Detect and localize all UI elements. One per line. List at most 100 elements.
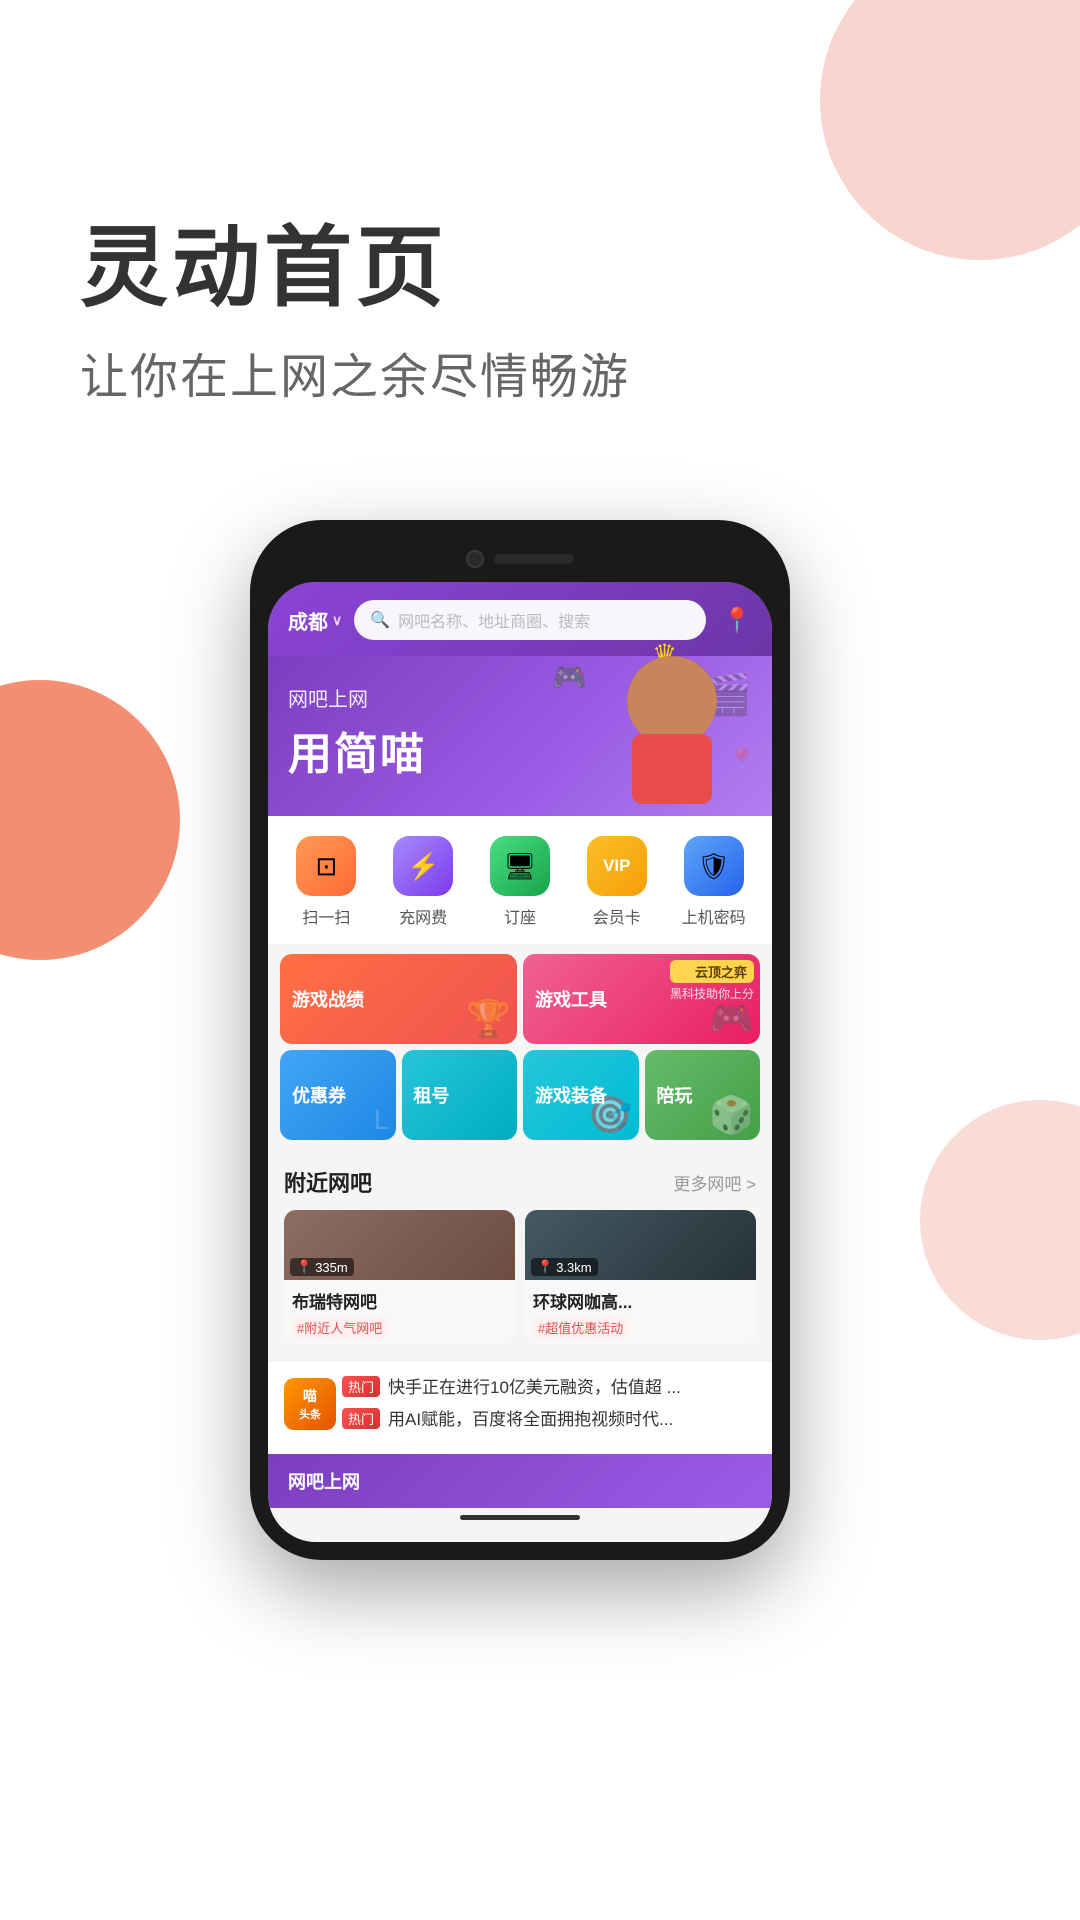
- app-header: 成都 ∨ 🔍 网吧名称、地址商圈、搜索 📍: [268, 582, 772, 656]
- location-button[interactable]: 成都 ∨: [288, 606, 342, 635]
- nearby-header: 附近网吧 更多网吧 >: [284, 1166, 756, 1198]
- cafe-tag-1: #附近人气网吧: [292, 1317, 387, 1338]
- scan-icon: ⊡: [315, 851, 337, 882]
- cloud-badge: 云顶之弈: [670, 960, 754, 983]
- phone-notch: [268, 538, 772, 580]
- phone-mockup: 成都 ∨ 🔍 网吧名称、地址商圈、搜索 📍 网吧上网 用简喵 🎮 🎬 📍: [140, 520, 900, 1560]
- feat-companion-label: 陪玩: [657, 1082, 693, 1108]
- news-item-2[interactable]: 热门 用AI赋能，百度将全面拥抱视频时代...: [342, 1408, 756, 1432]
- charge-icon: ⚡: [407, 851, 439, 882]
- phone-speaker: [494, 554, 574, 564]
- search-bar[interactable]: 🔍 网吧名称、地址商圈、搜索: [354, 600, 706, 640]
- search-icon: 🔍: [370, 610, 390, 630]
- action-charge[interactable]: ⚡ 充网费: [383, 836, 463, 928]
- hero-subtitle: 让你在上网之余尽情畅游: [80, 337, 630, 407]
- cafe-thumb-2: 📍 3.3km: [525, 1210, 756, 1280]
- feat-game-tools[interactable]: 游戏工具 云顶之弈 黑科技助你上分 🎮: [523, 954, 760, 1044]
- nearby-title: 附近网吧: [284, 1166, 372, 1198]
- pin-small-icon: 📍: [296, 1259, 312, 1275]
- gamepad-feat-icon: 🎮: [709, 998, 754, 1040]
- search-placeholder-text: 网吧名称、地址商圈、搜索: [398, 608, 590, 632]
- news-logo-line2: 头条: [299, 1406, 321, 1422]
- feat-rental-label: 租号: [414, 1082, 450, 1108]
- feat-coupon[interactable]: 优惠券 L: [280, 1050, 396, 1140]
- cafe-info-1: 布瑞特网吧 #附近人气网吧: [284, 1280, 515, 1344]
- cafe-tag-2: #超值优惠活动: [533, 1317, 628, 1338]
- cafe-name-1: 布瑞特网吧: [292, 1288, 507, 1313]
- charge-icon-wrap: ⚡: [393, 836, 453, 896]
- hot-badge-2: 热门: [342, 1408, 380, 1429]
- book-icon-wrap: 🖥: [490, 836, 550, 896]
- action-password-label: 上机密码: [682, 904, 746, 928]
- action-vip[interactable]: VIP 会员卡: [577, 836, 657, 928]
- phone-home-bar: [268, 1508, 772, 1528]
- news-logo-row: 喵 头条 热门 快手正在进行10亿美元融资，估值超 ... 热门 用AI赋能，百…: [284, 1376, 756, 1432]
- quick-actions: ⊡ 扫一扫 ⚡ 充网费 🖥 订座: [268, 816, 772, 944]
- vip-icon: VIP: [603, 856, 630, 876]
- news-items: 热门 快手正在进行10亿美元融资，估值超 ... 热门 用AI赋能，百度将全面拥…: [342, 1376, 756, 1432]
- char-head: [627, 656, 717, 746]
- action-vip-label: 会员卡: [593, 904, 641, 928]
- nearby-section: 附近网吧 更多网吧 > 📍 335m 布瑞特网吧: [268, 1150, 772, 1354]
- bottom-banner-peek: 网吧上网: [268, 1454, 772, 1508]
- phone-camera: [466, 550, 484, 568]
- feat-game-score[interactable]: 游戏战绩 🏆: [280, 954, 517, 1044]
- app-banner: 网吧上网 用简喵 🎮 🎬 📍 ♛: [268, 656, 772, 816]
- feat-equip[interactable]: 游戏装备 🎯: [523, 1050, 639, 1140]
- news-logo: 喵 头条: [284, 1378, 336, 1430]
- action-password[interactable]: 🛡 上机密码: [674, 836, 754, 928]
- news-text-2: 用AI赋能，百度将全面拥抱视频时代...: [388, 1408, 673, 1432]
- feat-rental[interactable]: 租号: [402, 1050, 518, 1140]
- banner-character: ♛: [582, 646, 762, 826]
- feat-equip-label: 游戏装备: [535, 1082, 607, 1108]
- banner-small-text: 网吧上网: [288, 683, 426, 712]
- news-logo-line1: 喵: [303, 1386, 317, 1406]
- feat-game-score-label: 游戏战绩: [292, 986, 364, 1012]
- trophy-icon: 🏆: [466, 998, 511, 1040]
- action-book-label: 订座: [504, 904, 536, 928]
- action-scan[interactable]: ⊡ 扫一扫: [286, 836, 366, 928]
- cafe-thumb-1: 📍 335m: [284, 1210, 515, 1280]
- cafe-info-2: 环球网咖高... #超值优惠活动: [525, 1280, 756, 1344]
- nearby-more-button[interactable]: 更多网吧 >: [673, 1170, 756, 1195]
- scan-icon-wrap: ⊡: [296, 836, 356, 896]
- cafe-dist-1: 📍 335m: [290, 1258, 354, 1276]
- action-book[interactable]: 🖥 订座: [480, 836, 560, 928]
- location-pin-icon[interactable]: 📍: [722, 606, 752, 635]
- pw-icon: 🛡: [697, 851, 730, 882]
- feat-coupon-label: 优惠券: [292, 1082, 346, 1108]
- action-charge-label: 充网费: [399, 904, 447, 928]
- char-torso: [632, 734, 712, 804]
- feat-companion[interactable]: 陪玩 🎲: [645, 1050, 761, 1140]
- bottom-banner-text: 网吧上网: [288, 1468, 360, 1494]
- location-chevron-icon: ∨: [332, 612, 342, 629]
- cafe-name-2: 环球网咖高...: [533, 1288, 748, 1313]
- banner-main-text: 用简喵: [288, 718, 426, 782]
- deco-circle-bottom-right: [920, 1100, 1080, 1340]
- action-scan-label: 扫一扫: [302, 904, 350, 928]
- pin-small-icon-2: 📍: [537, 1259, 553, 1275]
- news-text-1: 快手正在进行10亿美元融资，估值超 ...: [388, 1376, 681, 1400]
- deco-circle-top: [820, 0, 1080, 260]
- companion-deco-icon: 🎲: [709, 1094, 754, 1136]
- cafe-card-1[interactable]: 📍 335m 布瑞特网吧 #附近人气网吧: [284, 1210, 515, 1344]
- cafe-card-2[interactable]: 📍 3.3km 环球网咖高... #超值优惠活动: [525, 1210, 756, 1344]
- cloud-sub: 黑科技助你上分: [670, 985, 754, 1002]
- hero-section: 灵动首页 让你在上网之余尽情畅游: [80, 220, 630, 407]
- vip-icon-wrap: VIP: [587, 836, 647, 896]
- book-icon: 🖥: [503, 851, 536, 882]
- feat-game-tools-label: 游戏工具: [535, 986, 607, 1012]
- banner-text: 网吧上网 用简喵: [288, 683, 426, 782]
- phone-outer: 成都 ∨ 🔍 网吧名称、地址商圈、搜索 📍 网吧上网 用简喵 🎮 🎬 📍: [250, 520, 790, 1560]
- hero-title: 灵动首页: [80, 220, 630, 317]
- pw-icon-wrap: 🛡: [684, 836, 744, 896]
- feature-grid: 游戏战绩 🏆 游戏工具 云顶之弈 黑科技助你上分 🎮 优惠券 L: [280, 954, 760, 1140]
- location-text: 成都: [288, 606, 328, 635]
- coupon-deco-icon: L: [374, 1104, 390, 1136]
- phone-screen: 成都 ∨ 🔍 网吧名称、地址商圈、搜索 📍 网吧上网 用简喵 🎮 🎬 📍: [268, 582, 772, 1542]
- news-item-1[interactable]: 热门 快手正在进行10亿美元融资，估值超 ...: [342, 1376, 756, 1400]
- hot-badge-1: 热门: [342, 1376, 380, 1397]
- cafe-dist-2: 📍 3.3km: [531, 1258, 598, 1276]
- news-section: 喵 头条 热门 快手正在进行10亿美元融资，估值超 ... 热门 用AI赋能，百…: [268, 1362, 772, 1454]
- home-bar-line: [460, 1515, 580, 1520]
